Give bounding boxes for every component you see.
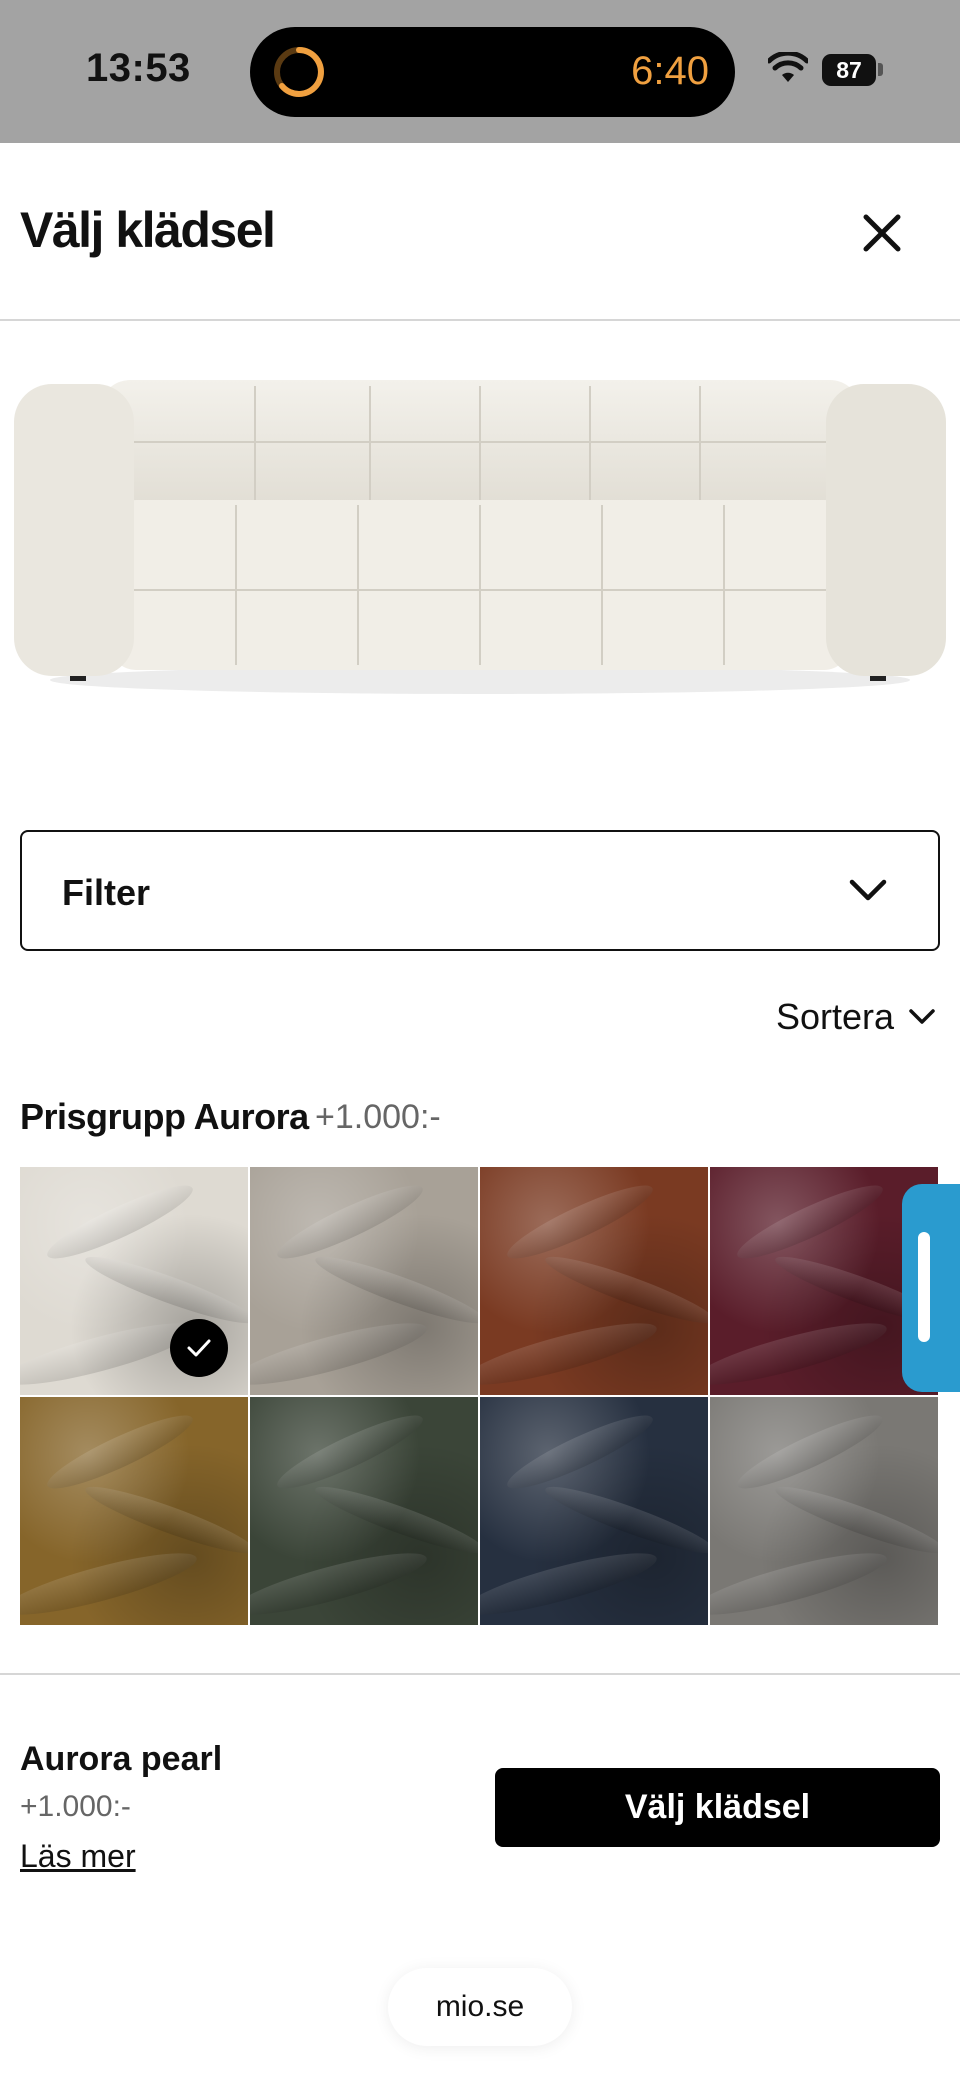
fabric-swatch[interactable] (250, 1167, 478, 1395)
fabric-fold (310, 1477, 478, 1563)
fabric-fold (480, 1541, 661, 1625)
filter-label: Filter (62, 872, 151, 913)
fabric-fold (271, 1404, 429, 1500)
fabric-fold (41, 1404, 199, 1500)
fabric-fold (731, 1404, 889, 1500)
fabric-swatch-grid (20, 1167, 940, 1625)
fabric-fold (80, 1477, 248, 1563)
fabric-fold (770, 1477, 938, 1563)
fabric-fold (501, 1404, 659, 1500)
filter-dropdown[interactable]: Filter (20, 830, 940, 951)
fabric-fold (710, 1541, 891, 1625)
wifi-icon (768, 52, 808, 82)
fabric-fold (250, 1311, 431, 1395)
fabric-fold (540, 1477, 708, 1563)
fabric-fold (540, 1247, 708, 1333)
battery-tip (878, 63, 883, 76)
price-group-title: Prisgrupp Aurora (20, 1096, 309, 1137)
choose-upholstery-button[interactable]: Välj klädsel (495, 1768, 940, 1847)
dynamic-island[interactable]: 6:40 (250, 27, 735, 117)
chevron-down-icon (849, 879, 887, 901)
close-icon[interactable] (852, 203, 912, 263)
status-time: 13:53 (86, 46, 191, 90)
sofa-product-image (14, 380, 946, 694)
timer-value: 6:40 (631, 49, 709, 93)
battery-icon: 87 (822, 54, 876, 86)
fabric-swatch[interactable] (20, 1167, 248, 1395)
fabric-fold (41, 1174, 199, 1270)
footer-divider (0, 1673, 960, 1675)
browser-url-pill[interactable]: mio.se (388, 1968, 572, 2046)
fabric-fold (501, 1174, 659, 1270)
fabric-swatch[interactable] (250, 1397, 478, 1625)
fabric-fold (271, 1174, 429, 1270)
fabric-fold (250, 1541, 431, 1625)
status-bar: 13:53 6:40 87 (0, 0, 960, 143)
timer-ring-icon (274, 47, 324, 97)
sort-label: Sortera (775, 996, 894, 1037)
fabric-swatch[interactable] (710, 1397, 938, 1625)
side-feedback-tab[interactable] (902, 1184, 960, 1392)
chevron-down-icon (909, 1009, 935, 1024)
fabric-fold (710, 1311, 891, 1395)
fabric-fold (310, 1247, 478, 1333)
read-more-link[interactable]: Läs mer (20, 1838, 136, 1875)
selected-fabric-name: Aurora pearl (20, 1740, 223, 1778)
fabric-swatch[interactable] (20, 1397, 248, 1625)
fabric-fold (80, 1247, 248, 1333)
sort-dropdown[interactable]: Sortera (776, 996, 936, 1038)
fabric-fold (731, 1174, 889, 1270)
fabric-swatch[interactable] (480, 1167, 708, 1395)
price-group-price: +1.000:- (315, 1098, 441, 1136)
fabric-fold (480, 1311, 661, 1395)
handle-bar (918, 1232, 930, 1342)
page-title: Välj klädsel (20, 202, 276, 258)
selected-check-icon (170, 1319, 228, 1377)
fabric-fold (20, 1541, 201, 1625)
modal-header: Välj klädsel (0, 143, 960, 321)
selected-fabric-price: +1.000:- (20, 1790, 131, 1823)
fabric-swatch[interactable] (480, 1397, 708, 1625)
